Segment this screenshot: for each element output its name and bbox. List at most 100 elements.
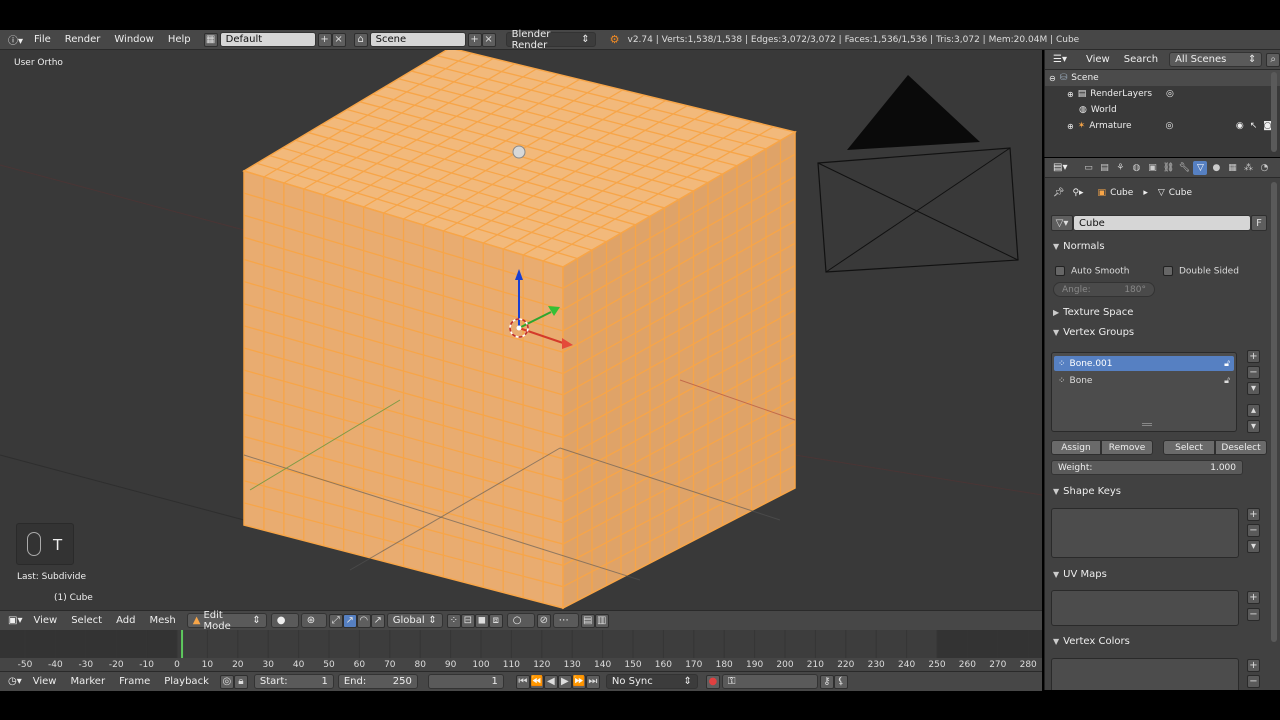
world-tab-icon[interactable]: ◍ (1129, 161, 1143, 175)
vertex-colors-list[interactable] (1051, 658, 1239, 690)
remove-scene-icon[interactable]: × (481, 32, 496, 47)
snap-element-dropdown[interactable]: ⋯ (552, 613, 579, 628)
scene-tab-icon[interactable]: ⚘ (1113, 161, 1127, 175)
insert-keyframe-icon[interactable]: ⚷ (819, 674, 834, 689)
edge-select-icon[interactable]: ⊟ (460, 613, 475, 628)
deselect-button[interactable]: Deselect (1215, 440, 1267, 455)
layout-name-field[interactable]: Default (219, 32, 316, 47)
tree-item-world[interactable]: ◍ World (1045, 102, 1280, 118)
tree-item-renderlayers[interactable]: ⊕ ▤ RenderLayers ◎ (1045, 86, 1280, 102)
move-up-button[interactable]: ▴ (1247, 404, 1260, 417)
sync-dropdown[interactable]: No Sync ⇕ (605, 674, 698, 689)
expand-icon[interactable]: ⊕ (1067, 90, 1074, 99)
add-uv-map-button[interactable]: + (1247, 591, 1260, 604)
select-button[interactable]: Select (1163, 440, 1215, 455)
shape-keys-list[interactable] (1051, 508, 1239, 558)
expand-icon[interactable]: ⊕ (1067, 122, 1074, 131)
remove-vertex-group-button[interactable]: − (1247, 366, 1260, 379)
editor-type-icon[interactable]: ▤▾ (1049, 160, 1071, 176)
shading-dropdown[interactable]: ● (270, 613, 299, 628)
render-preview-icon[interactable]: ▤ (580, 613, 595, 628)
move-down-button[interactable]: ▾ (1247, 420, 1260, 433)
mode-dropdown[interactable]: ▲ Edit Mode ⇕ (186, 610, 267, 632)
mesh-data-tab-icon[interactable]: ▽ (1193, 160, 1208, 175)
layout-grid-icon[interactable]: ▦ (203, 32, 218, 47)
assign-button[interactable]: Assign (1051, 440, 1101, 455)
add-scene-icon[interactable]: + (467, 32, 482, 47)
vertex-group-item[interactable]: ⁘ Bone 🔓︎ (1054, 373, 1234, 388)
menu-render[interactable]: Render (58, 34, 108, 45)
texture-tab-icon[interactable]: ▦ (1225, 161, 1239, 175)
menu-playback[interactable]: Playback (157, 676, 216, 687)
remove-layout-icon[interactable]: × (331, 32, 346, 47)
orientation-dropdown[interactable]: Global ⇕ (386, 613, 443, 628)
menu-file[interactable]: File (27, 34, 58, 45)
start-frame-field[interactable]: Start: 1 (253, 674, 334, 689)
remove-vertex-color-button[interactable]: − (1247, 675, 1260, 688)
angle-field[interactable]: Angle: 180° (1053, 282, 1155, 297)
unlocked-icon[interactable]: 🔓︎ (1224, 359, 1230, 369)
scene-icon[interactable]: ⌂ (353, 32, 368, 47)
auto-keyframe-icon[interactable]: ● (705, 674, 720, 689)
uv-maps-list[interactable] (1051, 590, 1239, 626)
vertex-groups-panel-header[interactable]: ▼ Vertex Groups (1045, 323, 1134, 342)
last-operator-label[interactable]: Last: Subdivide (17, 572, 86, 582)
jump-start-icon[interactable]: ⏮ (515, 674, 530, 689)
menu-marker[interactable]: Marker (63, 676, 112, 687)
add-vertex-group-button[interactable]: + (1247, 350, 1260, 363)
current-frame-field[interactable]: 1 (427, 674, 504, 689)
display-mode-dropdown[interactable]: All Scenes ⇕ (1169, 52, 1263, 67)
add-vertex-color-button[interactable]: + (1247, 659, 1260, 672)
add-shape-key-button[interactable]: + (1247, 508, 1260, 521)
menu-mesh[interactable]: Mesh (142, 615, 182, 626)
outliner-scrollbar[interactable] (1271, 72, 1277, 152)
fake-user-button[interactable]: F (1251, 215, 1267, 231)
vertex-group-item[interactable]: ⁘ Bone.001 🔓︎ (1054, 356, 1234, 371)
proportional-edit-dropdown[interactable]: ○ (506, 613, 535, 628)
add-layout-icon[interactable]: + (317, 32, 332, 47)
render-animation-icon[interactable]: ▥ (594, 613, 609, 628)
collapse-icon[interactable]: ⊖ (1049, 74, 1056, 83)
menu-view[interactable]: View (26, 615, 64, 626)
render-layers-tab-icon[interactable]: ▤ (1097, 161, 1111, 175)
menu-frame[interactable]: Frame (112, 676, 157, 687)
timeline-canvas[interactable]: -50 -40 -30 -20 -10 0 10 20 30 40 50 60 70 80 90 100 110… (0, 630, 1042, 671)
manipulator-toggle-icon[interactable]: ⤢ (328, 613, 343, 628)
menu-select[interactable]: Select (64, 615, 109, 626)
auto-smooth-checkbox[interactable]: Auto Smooth (1055, 266, 1129, 277)
menu-help[interactable]: Help (161, 34, 198, 45)
constraints-tab-icon[interactable]: ⛓ (1161, 161, 1175, 175)
search-icon[interactable]: ⌕ (1266, 52, 1280, 67)
object-tab-icon[interactable]: ▣ (1145, 161, 1159, 175)
weight-slider[interactable]: Weight: 1.000 (1051, 460, 1243, 475)
editor-type-icon[interactable]: ⓘ▾ (4, 32, 27, 48)
3d-viewport[interactable]: User Ortho T Last: Subdivide (1) Cube (0, 50, 1042, 610)
preview-range-icon[interactable]: ◎ (219, 674, 234, 689)
face-select-icon[interactable]: ◼ (474, 613, 489, 628)
jump-end-icon[interactable]: ⏭ (585, 674, 600, 689)
menu-view[interactable]: View (1079, 54, 1117, 65)
remove-uv-map-button[interactable]: − (1247, 608, 1260, 621)
vertex-select-icon[interactable]: ⁘ (446, 613, 461, 628)
unlocked-icon[interactable]: 🔓︎ (1224, 376, 1230, 386)
mesh-name-field[interactable]: Cube (1073, 215, 1251, 231)
visibility-eye-icon[interactable]: ◉ (1236, 121, 1244, 131)
menu-view[interactable]: View (26, 676, 64, 687)
lock-icon[interactable]: 🔒︎ (233, 674, 248, 689)
properties-scrollbar[interactable] (1271, 182, 1277, 642)
list-resize-grip[interactable] (1142, 423, 1152, 426)
tree-item-scene[interactable]: ⊖ ⛁ Scene (1045, 70, 1280, 86)
menu-add[interactable]: Add (109, 615, 142, 626)
vertex-group-specials-button[interactable]: ▾ (1247, 382, 1260, 395)
pin-icon[interactable]: 📌︎ (1053, 188, 1064, 198)
pivot-dropdown[interactable]: ⊛ (300, 613, 327, 628)
double-sided-checkbox[interactable]: Double Sided (1163, 266, 1239, 277)
shape-key-specials-button[interactable]: ▾ (1247, 540, 1260, 553)
render-engine-dropdown[interactable]: Blender Render ⇕ (505, 29, 596, 51)
rotate-manipulator-icon[interactable]: ◠ (356, 613, 371, 628)
physics-tab-icon[interactable]: ◔ (1257, 161, 1271, 175)
limit-selection-icon[interactable]: ⧈ (488, 613, 503, 628)
remove-button[interactable]: Remove (1101, 440, 1153, 455)
editor-type-icon[interactable]: ☰▾ (1049, 52, 1071, 68)
menu-window[interactable]: Window (107, 34, 160, 45)
